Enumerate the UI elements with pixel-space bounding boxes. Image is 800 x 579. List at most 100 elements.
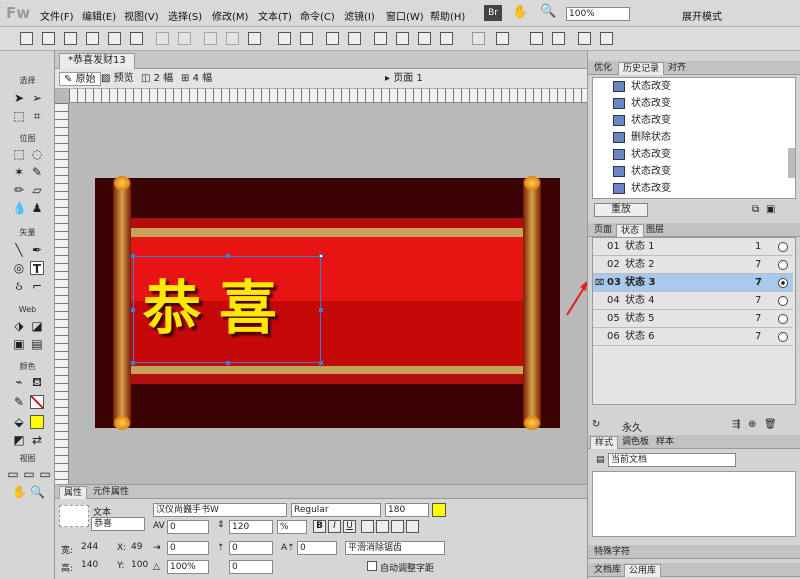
- menu-window[interactable]: 窗口(W): [386, 8, 424, 23]
- italic-button[interactable]: I: [328, 520, 341, 533]
- copy-icon[interactable]: [226, 32, 239, 45]
- state-radio-checked[interactable]: [778, 278, 788, 288]
- loop-icon[interactable]: ↻: [592, 419, 600, 430]
- open-icon[interactable]: [64, 32, 77, 45]
- blur-tool-icon[interactable]: 💧: [12, 201, 27, 215]
- font-select[interactable]: 汉仪尚巍手书W: [153, 503, 287, 517]
- leading-field[interactable]: 120: [229, 520, 273, 534]
- undo-icon[interactable]: [156, 32, 169, 45]
- antialias-select[interactable]: 平滑消除锯齿: [345, 541, 445, 555]
- underline-button[interactable]: U: [343, 520, 356, 533]
- history-item[interactable]: 状态改变: [597, 78, 787, 95]
- selection-handle[interactable]: [131, 308, 135, 312]
- align-center-icon[interactable]: [376, 520, 389, 533]
- fill-color-swatch[interactable]: [30, 415, 44, 429]
- paint-bucket-tool-icon[interactable]: ⛾: [30, 375, 44, 389]
- selection-handle[interactable]: [319, 254, 323, 258]
- bridge-button[interactable]: Br: [484, 5, 502, 21]
- arrange-back-icon[interactable]: [440, 32, 453, 45]
- align-left-icon[interactable]: [361, 520, 374, 533]
- history-scrollbar[interactable]: [788, 148, 795, 178]
- magic-wand-tool-icon[interactable]: ✶: [12, 165, 26, 179]
- space-before-field[interactable]: 0: [229, 541, 273, 555]
- workspace-mode[interactable]: 展开模式: [682, 8, 722, 23]
- baseline-shift-field[interactable]: 0: [297, 541, 337, 555]
- full-screen-icon[interactable]: ▭: [38, 467, 52, 481]
- combine-icon[interactable]: [326, 32, 339, 45]
- zoom-tool-icon[interactable]: 🔍: [30, 485, 45, 499]
- stroke-color-swatch[interactable]: [30, 395, 44, 409]
- selection-handle[interactable]: [131, 361, 135, 365]
- tab-states[interactable]: 状态: [616, 224, 645, 237]
- flip-horizontal-icon[interactable]: [578, 32, 591, 45]
- menu-file[interactable]: 文件(F): [40, 8, 74, 23]
- lasso-tool-icon[interactable]: ◌: [30, 147, 44, 161]
- copy-steps-icon[interactable]: ⧉: [752, 204, 759, 215]
- view-preview-tab[interactable]: ▨ 预览: [101, 72, 134, 86]
- arrange-front-icon[interactable]: [374, 32, 387, 45]
- state-row[interactable]: 06 状态 6 7: [593, 328, 793, 346]
- tab-layers[interactable]: 图层: [642, 224, 668, 237]
- x-field[interactable]: 49: [129, 541, 155, 555]
- history-item[interactable]: 状态改变: [597, 112, 787, 129]
- punch-icon[interactable]: [348, 32, 361, 45]
- crop-tool-icon[interactable]: ⌗: [30, 109, 44, 123]
- document-tab[interactable]: *恭喜发财13: [59, 53, 135, 69]
- canvas[interactable]: 恭喜: [95, 176, 560, 430]
- default-colors-icon[interactable]: ◩: [12, 433, 26, 447]
- state-row[interactable]: 04 状态 4 7: [593, 292, 793, 310]
- hotspot-tool-icon[interactable]: ⬗: [12, 319, 26, 333]
- redo-icon[interactable]: [178, 32, 191, 45]
- menu-select[interactable]: 选择(S): [168, 8, 202, 23]
- hide-slices-icon[interactable]: ▣: [12, 337, 26, 351]
- space-after-field[interactable]: 0: [229, 560, 273, 574]
- leading-unit-select[interactable]: %: [277, 520, 307, 534]
- group-icon[interactable]: [278, 32, 291, 45]
- new-state-icon[interactable]: ⊕: [748, 419, 756, 430]
- indent-field[interactable]: 0: [167, 541, 209, 555]
- replay-button[interactable]: 重放: [594, 203, 648, 217]
- menu-view[interactable]: 视图(V): [124, 8, 159, 23]
- print-icon[interactable]: [130, 32, 143, 45]
- menu-text[interactable]: 文本(T): [258, 8, 292, 23]
- zoom-select[interactable]: 100%: [566, 7, 630, 21]
- tab-common-library[interactable]: 公用库: [624, 564, 662, 577]
- menu-help[interactable]: 帮助(H): [430, 8, 465, 23]
- state-radio[interactable]: [778, 314, 788, 324]
- pencil-tool-icon[interactable]: ✏: [12, 183, 26, 197]
- view-2up-tab[interactable]: ◫ 2 幅: [141, 72, 173, 86]
- marquee-tool-icon[interactable]: ⬚: [12, 147, 26, 161]
- opacity-field[interactable]: 100%: [167, 560, 209, 574]
- history-item[interactable]: 删除状态: [597, 129, 787, 146]
- selection-box[interactable]: [131, 254, 323, 365]
- height-field[interactable]: 140: [79, 559, 113, 573]
- rotate-ccw-icon[interactable]: [530, 32, 543, 45]
- standard-screen-icon[interactable]: ▭: [6, 467, 20, 481]
- selection-handle[interactable]: [131, 254, 135, 258]
- history-item[interactable]: 状态改变: [597, 163, 787, 180]
- save-steps-icon[interactable]: ▣: [766, 204, 775, 215]
- menu-filter[interactable]: 滤镜(I): [344, 8, 375, 23]
- swap-colors-icon[interactable]: ⇄: [30, 433, 44, 447]
- tab-swatches[interactable]: 样本: [652, 436, 678, 449]
- tab-palette[interactable]: 调色板: [618, 436, 653, 449]
- subselect-tool-icon[interactable]: ➢: [30, 91, 44, 105]
- state-radio[interactable]: [778, 260, 788, 270]
- selection-handle[interactable]: [226, 361, 230, 365]
- view-4up-tab[interactable]: ⊞ 4 幅: [181, 72, 212, 86]
- onion-skin-icon[interactable]: ⌧: [595, 274, 604, 292]
- menu-command[interactable]: 命令(C): [300, 8, 335, 23]
- state-radio[interactable]: [778, 242, 788, 252]
- selection-handle[interactable]: [226, 254, 230, 258]
- selection-handle[interactable]: [319, 308, 323, 312]
- flip-vertical-icon[interactable]: [600, 32, 613, 45]
- arrange-forward-icon[interactable]: [396, 32, 409, 45]
- menu-edit[interactable]: 编辑(E): [82, 8, 116, 23]
- menu-modify[interactable]: 修改(M): [212, 8, 248, 23]
- line-tool-icon[interactable]: ╲: [12, 243, 26, 257]
- tab-symbol-properties[interactable]: 元件属性: [89, 486, 133, 499]
- delete-state-icon[interactable]: 🗑: [764, 419, 777, 430]
- state-row[interactable]: 02 状态 2 7: [593, 256, 793, 274]
- stamp-tool-icon[interactable]: ♟: [30, 201, 44, 215]
- full-screen-menu-icon[interactable]: ▭: [22, 467, 36, 481]
